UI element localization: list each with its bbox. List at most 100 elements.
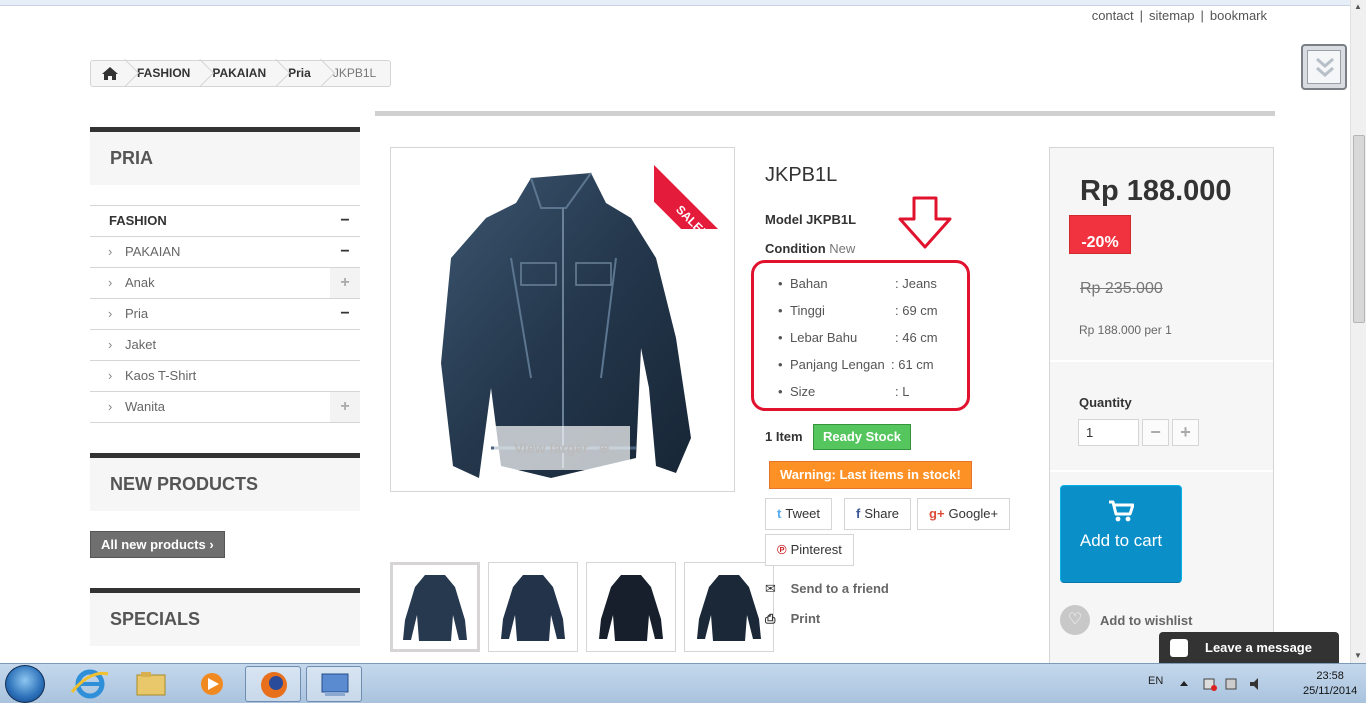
contact-link[interactable]: contact: [1092, 8, 1134, 23]
remote-desktop-taskbar-icon[interactable]: [306, 666, 362, 702]
quantity-label: Quantity: [1079, 395, 1132, 410]
bullet-icon: •: [778, 276, 783, 291]
leave-message-chat-button[interactable]: Leave a message: [1159, 632, 1339, 664]
view-larger-button[interactable]: View larger ⊕: [494, 426, 630, 470]
breadcrumb-home[interactable]: [91, 61, 129, 86]
sale-label: SALE!: [654, 165, 740, 229]
print-link[interactable]: ⎙ Print: [765, 611, 820, 627]
double-chevron-down-icon: [1316, 57, 1334, 77]
button-label: All new products: [101, 537, 206, 552]
category-item-jaket[interactable]: › Jaket: [90, 330, 360, 361]
thumbnail-2[interactable]: [488, 562, 578, 652]
facebook-share-button[interactable]: f Share: [844, 498, 912, 530]
collapse-toggle[interactable]: −: [330, 299, 360, 329]
chevron-right-icon: ›: [108, 368, 113, 383]
sitemap-link[interactable]: sitemap: [1149, 8, 1195, 23]
product-title: JKPB1L: [765, 164, 838, 186]
language-indicator[interactable]: EN: [1148, 675, 1163, 687]
collapse-toggle[interactable]: −: [330, 237, 360, 267]
bullet-icon: •: [778, 330, 783, 345]
spec-row: • Panjang Lengan: 61 cm: [778, 357, 934, 372]
heart-icon: ♡: [1060, 605, 1090, 635]
thumbnail-4[interactable]: [684, 562, 774, 652]
google-plus-button[interactable]: g+ Google+: [917, 498, 1011, 530]
bullet-icon: •: [778, 384, 783, 399]
spec-value: : 69 cm: [895, 303, 938, 318]
tweet-label: Tweet: [785, 506, 821, 521]
system-clock[interactable]: 23:58 25/11/2014: [1303, 669, 1357, 699]
thumbnail-1[interactable]: [390, 562, 480, 652]
add-to-wishlist-link[interactable]: ♡ Add to wishlist: [1060, 605, 1192, 635]
expand-toggle[interactable]: +: [330, 392, 360, 422]
file-explorer-taskbar-icon[interactable]: [123, 666, 179, 702]
scrollbar-thumb[interactable]: [1353, 135, 1365, 323]
tweet-button[interactable]: t Tweet: [765, 498, 833, 530]
scroll-up-arrow-icon[interactable]: ▲: [1354, 2, 1362, 11]
spec-key: Lebar Bahu: [790, 330, 858, 345]
category-item-kaos-tshirt[interactable]: › Kaos T-Shirt: [90, 361, 360, 392]
spec-key: Tinggi: [790, 303, 825, 318]
category-label: Pria: [125, 306, 149, 321]
category-item-pria[interactable]: › Pria −: [90, 299, 360, 330]
block-title-specials[interactable]: SPECIALS: [90, 588, 360, 646]
collapse-toggle[interactable]: −: [330, 206, 360, 236]
chevron-right-icon: ›: [108, 244, 113, 259]
product-price: Rp 188.000: [1080, 175, 1232, 207]
section-divider: [375, 111, 1275, 116]
envelope-icon: ✉: [765, 581, 776, 596]
expand-toggle[interactable]: +: [330, 268, 360, 298]
quantity-minus-button[interactable]: −: [1142, 419, 1169, 446]
condition-label: Condition: [765, 241, 826, 256]
add-to-cart-button[interactable]: Add to cart: [1060, 485, 1182, 583]
thumbnail-3[interactable]: [586, 562, 676, 652]
category-item-wanita[interactable]: › Wanita +: [90, 392, 360, 423]
link-separator: |: [1200, 8, 1204, 23]
category-label: Kaos T-Shirt: [125, 368, 197, 383]
chevron-right-icon: ›: [108, 275, 113, 290]
category-label: FASHION: [109, 213, 167, 228]
block-title-pria[interactable]: PRIA: [90, 127, 360, 185]
scroll-button-inner: [1307, 50, 1341, 84]
scroll-down-button[interactable]: [1301, 44, 1347, 90]
chevron-right-icon: ›: [108, 306, 113, 321]
scroll-down-arrow-icon[interactable]: ▼: [1354, 651, 1362, 660]
sale-ribbon: SALE!: [654, 143, 740, 229]
system-tray-icons[interactable]: [1176, 676, 1286, 692]
bookmark-link[interactable]: bookmark: [1210, 8, 1267, 23]
start-button[interactable]: [5, 665, 45, 703]
category-item-anak[interactable]: › Anak +: [90, 268, 360, 299]
send-to-friend-link[interactable]: ✉ Send to a friend: [765, 581, 889, 597]
internet-explorer-taskbar-icon[interactable]: [62, 666, 118, 702]
jacket-thumbnail-image: [697, 575, 761, 641]
quantity-plus-button[interactable]: +: [1172, 419, 1199, 446]
block-title-new-products[interactable]: NEW PRODUCTS: [90, 453, 360, 511]
chevron-right-icon: ›: [108, 399, 113, 414]
shopping-cart-icon: [1061, 500, 1181, 527]
breadcrumb: FASHION PAKAIAN Pria JKPB1L: [90, 60, 392, 87]
buy-box-divider: [1050, 360, 1273, 362]
category-item-fashion[interactable]: FASHION −: [90, 206, 360, 237]
discount-badge: -20%: [1069, 215, 1131, 254]
category-item-pakaian[interactable]: › PAKAIAN −: [90, 237, 360, 268]
category-label: PAKAIAN: [125, 244, 181, 259]
jacket-thumbnail-image: [599, 575, 663, 641]
spec-key: Panjang Lengan: [790, 357, 885, 372]
share-label: Share: [864, 506, 900, 521]
media-player-taskbar-icon[interactable]: [184, 666, 240, 702]
chevron-right-icon: ›: [108, 337, 113, 352]
link-separator: |: [1139, 8, 1143, 23]
quantity-input[interactable]: 1: [1078, 419, 1139, 446]
breadcrumb-pakaian[interactable]: PAKAIAN: [204, 61, 280, 86]
breadcrumb-fashion[interactable]: FASHION: [129, 61, 204, 86]
spec-row: • Tinggi : 69 cm: [778, 303, 938, 318]
stock-badge: Ready Stock: [813, 424, 912, 450]
print-label: Print: [790, 611, 821, 626]
vertical-scrollbar[interactable]: ▲ ▼: [1350, 0, 1366, 663]
product-condition: Condition New: [765, 241, 855, 256]
all-new-products-button[interactable]: All new products ›: [90, 531, 225, 558]
pinterest-button[interactable]: ℗ Pinterest: [765, 534, 854, 566]
header-links: contact | sitemap | bookmark: [1092, 8, 1267, 23]
firefox-taskbar-icon[interactable]: [245, 666, 301, 702]
bullet-icon: •: [778, 303, 783, 318]
pinterest-label: Pinterest: [790, 542, 842, 557]
